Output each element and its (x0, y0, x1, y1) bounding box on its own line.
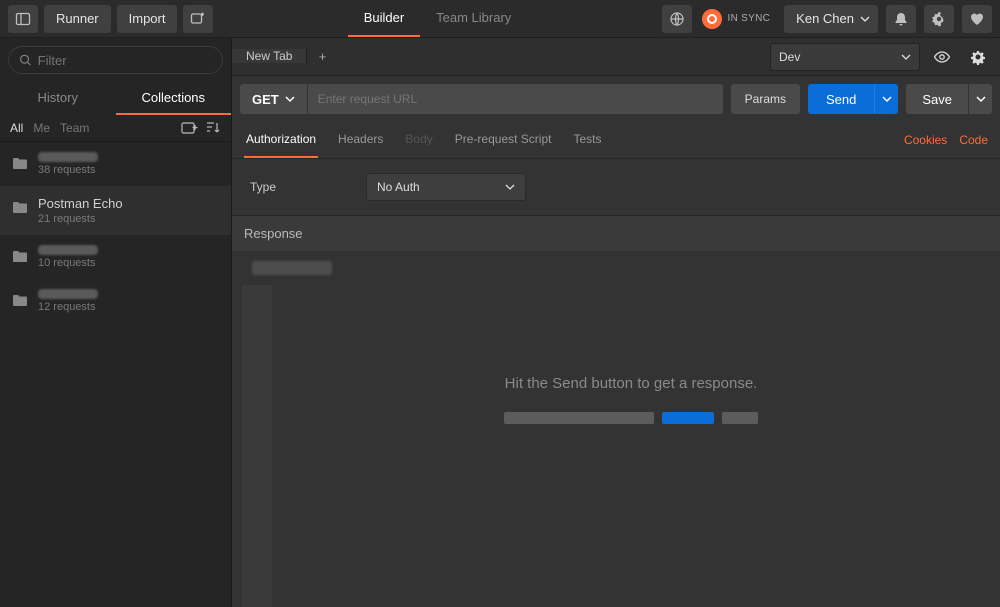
sidebar-toggle-button[interactable] (8, 5, 38, 33)
collection-item[interactable]: 38 requests (0, 142, 231, 186)
sidebar-tab-collections[interactable]: Collections (116, 82, 232, 115)
response-placeholder-graphic (504, 412, 758, 424)
sync-status[interactable]: IN SYNC (700, 9, 777, 29)
response-empty-hint: Hit the Send button to get a response. (505, 375, 758, 392)
filter-input[interactable] (38, 53, 212, 68)
new-window-button[interactable] (183, 5, 213, 33)
public-icon-button[interactable] (662, 5, 692, 33)
redacted-name (38, 245, 98, 255)
http-method-label: GET (252, 92, 279, 107)
user-name: Ken Chen (796, 11, 854, 26)
chevron-down-icon (860, 14, 870, 24)
environment-selected: Dev (779, 50, 800, 64)
sync-icon (702, 9, 722, 29)
sort-icon[interactable] (205, 121, 221, 135)
user-menu-button[interactable]: Ken Chen (784, 5, 878, 33)
filter-field[interactable] (8, 46, 223, 74)
filter-team[interactable]: Team (60, 121, 89, 135)
chevron-down-icon (882, 94, 892, 104)
req-tab-body[interactable]: Body (403, 122, 434, 158)
response-header: Response (232, 216, 1000, 251)
params-button[interactable]: Params (731, 84, 800, 114)
search-icon (19, 53, 32, 67)
chevron-down-icon (285, 94, 295, 104)
collection-name: Postman Echo (38, 196, 123, 211)
folder-icon (12, 293, 28, 307)
req-tab-authorization[interactable]: Authorization (244, 122, 318, 158)
send-dropdown-button[interactable] (874, 84, 898, 114)
environment-select[interactable]: Dev (770, 43, 920, 71)
folder-icon (12, 200, 28, 214)
collection-item[interactable]: Postman Echo 21 requests (0, 186, 231, 235)
http-method-select[interactable]: GET (240, 84, 307, 114)
save-dropdown-button[interactable] (968, 84, 992, 114)
new-collection-icon[interactable] (181, 121, 199, 135)
code-link[interactable]: Code (959, 133, 988, 147)
chevron-down-icon (976, 94, 986, 104)
folder-icon (12, 249, 28, 263)
auth-type-label: Type (250, 180, 276, 194)
collection-meta: 12 requests (38, 301, 98, 313)
collection-item[interactable]: 12 requests (0, 279, 231, 323)
collection-meta: 38 requests (38, 164, 98, 176)
folder-icon (12, 156, 28, 170)
workspace: New Tab + Dev (232, 38, 1000, 607)
request-tab-label: New Tab (246, 49, 292, 63)
chevron-down-icon (901, 52, 911, 62)
req-tab-prerequest[interactable]: Pre-request Script (453, 122, 554, 158)
new-tab-button[interactable]: + (307, 49, 337, 64)
sidebar-tab-history[interactable]: History (0, 82, 116, 115)
sidebar: History Collections All Me Team (0, 38, 232, 607)
settings-button[interactable] (924, 5, 954, 33)
sidebar-scope-filters: All Me Team (10, 121, 89, 135)
env-quick-look-button[interactable] (928, 43, 956, 71)
cookies-link[interactable]: Cookies (904, 133, 947, 147)
response-placeholder-block (252, 261, 332, 275)
tab-builder[interactable]: Builder (348, 0, 420, 37)
sync-label: IN SYNC (728, 13, 771, 24)
auth-type-selected: No Auth (377, 180, 420, 194)
runner-button[interactable]: Runner (44, 5, 111, 33)
chevron-down-icon (505, 182, 515, 192)
collection-meta: 10 requests (38, 257, 98, 269)
auth-type-select[interactable]: No Auth (366, 173, 526, 201)
redacted-name (38, 289, 98, 299)
collection-item[interactable]: 10 requests (0, 235, 231, 279)
filter-me[interactable]: Me (33, 121, 50, 135)
heart-button[interactable] (962, 5, 992, 33)
topbar: Runner Import Builder Team Library IN SY… (0, 0, 1000, 38)
request-url-input[interactable] (307, 84, 723, 114)
request-tab[interactable]: New Tab (232, 49, 307, 63)
req-tab-headers[interactable]: Headers (336, 122, 385, 158)
import-button[interactable]: Import (117, 5, 178, 33)
response-gutter (242, 285, 272, 607)
tab-team-library[interactable]: Team Library (420, 0, 527, 37)
collection-meta: 21 requests (38, 213, 123, 225)
req-tab-tests[interactable]: Tests (571, 122, 603, 158)
filter-all[interactable]: All (10, 121, 23, 135)
send-button[interactable]: Send (808, 84, 874, 114)
save-button[interactable]: Save (906, 84, 968, 114)
gear-icon (969, 48, 987, 66)
notifications-button[interactable] (886, 5, 916, 33)
collection-list: 38 requests Postman Echo 21 requests 10 … (0, 142, 231, 607)
env-manage-button[interactable] (964, 43, 992, 71)
redacted-name (38, 152, 98, 162)
eye-icon (933, 48, 951, 66)
